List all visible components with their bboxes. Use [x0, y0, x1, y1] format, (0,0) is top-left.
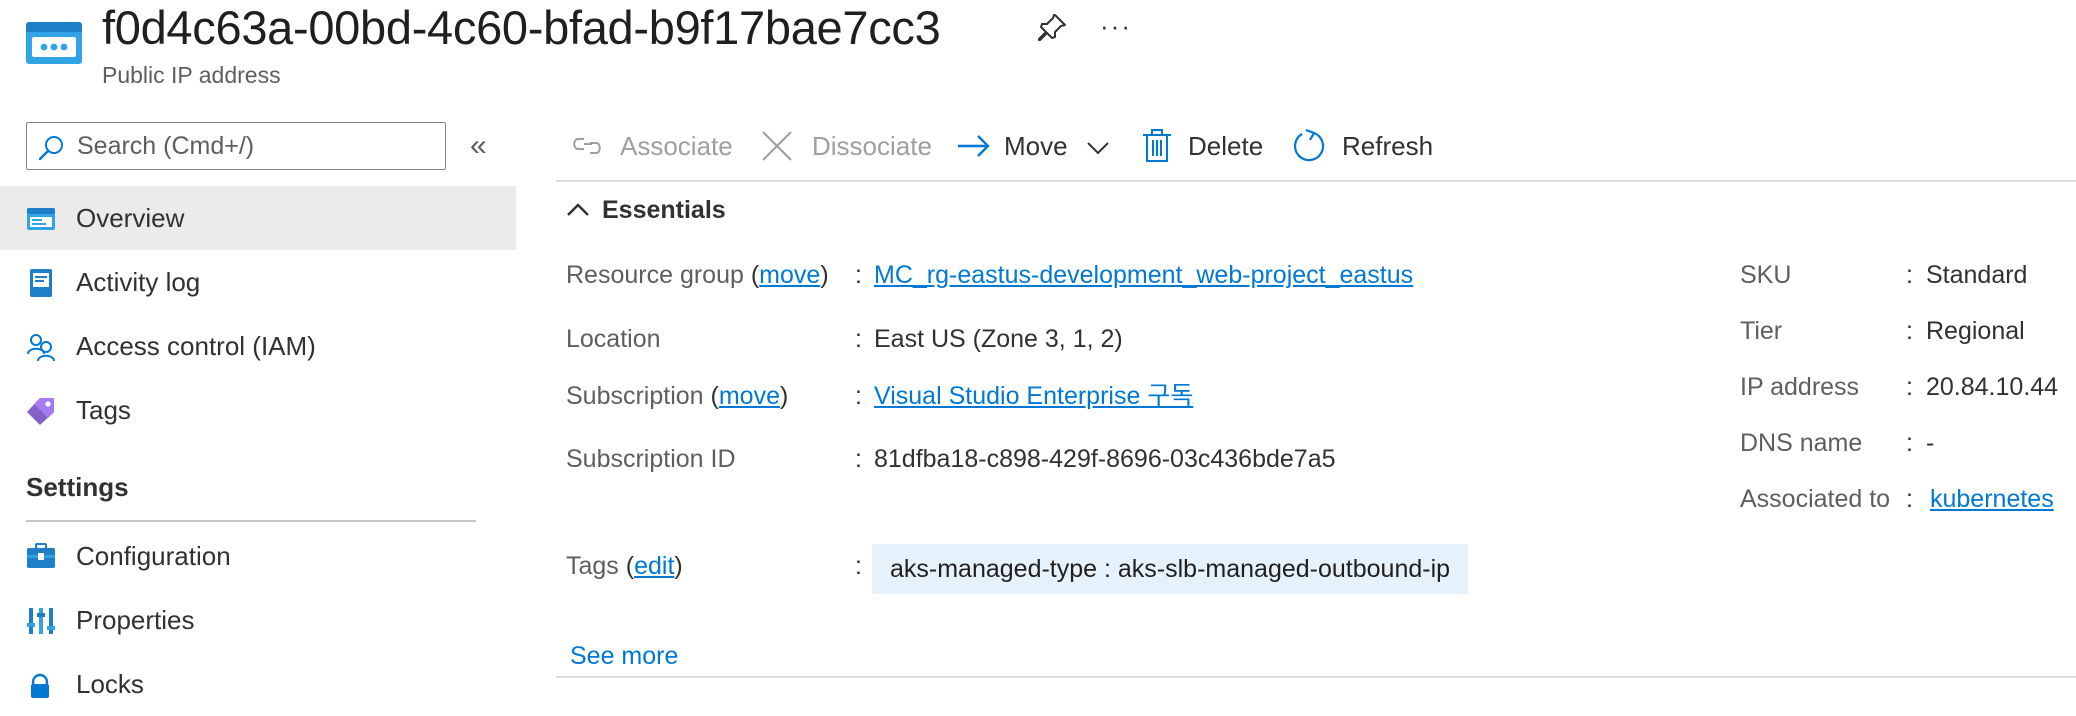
colon: : — [1906, 317, 1913, 345]
refresh-button[interactable]: Refresh — [1292, 116, 1442, 176]
search-icon — [38, 136, 63, 161]
subscription-id-value: 81dfba18-c898-429f-8696-03c436bde7a5 — [874, 445, 1336, 473]
dns-name-label: DNS name — [1740, 429, 1863, 457]
sidebar-item-label: Access control (IAM) — [76, 331, 316, 361]
link-icon — [573, 138, 601, 154]
sidebar-item-overview[interactable]: Overview — [0, 186, 516, 250]
sidebar-item-label: Locks — [76, 669, 144, 699]
sku-label: SKU — [1740, 261, 1792, 289]
subscription-value: Visual Studio Enterprise 구독 — [874, 380, 1193, 412]
move-button[interactable]: Move — [956, 116, 1116, 176]
essentials-heading: Essentials — [602, 196, 726, 224]
essentials-bottom-divider — [556, 676, 2076, 678]
sidebar-item-configuration[interactable]: Configuration — [0, 524, 516, 588]
colon: : — [1906, 485, 1913, 513]
people-icon — [27, 334, 55, 362]
sidebar-item-label: Properties — [76, 605, 195, 635]
colon: : — [855, 445, 862, 473]
lock-icon — [31, 673, 49, 698]
subscription-id-label: Subscription ID — [566, 445, 736, 473]
chevron-up-icon — [567, 203, 589, 216]
refresh-label: Refresh — [1342, 131, 1434, 161]
sidebar-item-properties[interactable]: Properties — [0, 588, 516, 652]
page-title: f0d4c63a-00bd-4c60-bfad-b9f17bae7cc3 — [102, 1, 941, 54]
location-value: East US (Zone 3, 1, 2) — [874, 325, 1123, 353]
sidebar-item-tags[interactable]: Tags — [0, 378, 516, 442]
more-options-button[interactable]: ··· — [1098, 10, 1134, 42]
sidebar-item-label: Configuration — [76, 541, 231, 571]
resource-group-link[interactable]: MC_rg-eastus-development_web-project_eas… — [874, 261, 1413, 289]
associated-to-label: Associated to — [1740, 485, 1891, 513]
sidebar-item-label: Overview — [76, 203, 185, 233]
close-icon — [762, 131, 792, 161]
tag-icon — [27, 398, 54, 425]
arrow-right-icon — [958, 135, 990, 157]
tier-value: Regional — [1926, 317, 2025, 345]
public-ip-icon — [26, 22, 82, 64]
colon: : — [855, 261, 862, 289]
tags-edit-link[interactable]: edit — [634, 552, 674, 580]
colon: : — [855, 382, 862, 410]
tier-label: Tier — [1740, 317, 1783, 345]
dissociate-label: Dissociate — [812, 131, 932, 161]
resource-group-move-link[interactable]: move — [759, 261, 820, 289]
colon: : — [1906, 429, 1913, 457]
sidebar-item-access-control[interactable]: Access control (IAM) — [0, 314, 516, 378]
refresh-icon — [1293, 129, 1325, 162]
ip-address-label: IP address — [1740, 373, 1860, 401]
sidebar-item-label: Tags — [76, 395, 131, 425]
configuration-icon — [27, 543, 55, 568]
associate-button[interactable]: Associate — [570, 116, 750, 176]
search-box[interactable] — [26, 122, 446, 170]
colon: : — [855, 552, 862, 580]
ip-address-value: 20.84.10.44 — [1926, 373, 2059, 401]
sidebar-item-locks[interactable]: Locks — [0, 652, 516, 716]
page-subtitle: Public IP address — [102, 62, 281, 88]
sidebar-item-activity-log[interactable]: Activity log — [0, 250, 516, 314]
activity-log-icon — [30, 269, 52, 297]
associated-to-link[interactable]: kubernetes — [1930, 485, 2054, 513]
associated-to-value: kubernetes — [1930, 483, 2054, 515]
chevron-down-icon — [1087, 142, 1109, 155]
overview-icon — [27, 208, 55, 230]
colon: : — [855, 325, 862, 353]
settings-heading: Settings — [26, 472, 129, 502]
tags-label-group: Tags (edit) — [566, 552, 683, 580]
dns-name-value: - — [1926, 429, 1935, 457]
move-label: Move — [1004, 131, 1068, 161]
colon: : — [1906, 373, 1913, 401]
delete-label: Delete — [1188, 131, 1264, 161]
sidebar-item-label: Activity log — [76, 267, 201, 297]
sku-value: Standard — [1926, 261, 2028, 289]
trash-icon — [1143, 129, 1171, 162]
associate-label: Associate — [620, 131, 733, 161]
command-bar-divider — [556, 180, 2076, 182]
resource-group-value: MC_rg-eastus-development_web-project_eas… — [874, 259, 1413, 291]
delete-button[interactable]: Delete — [1142, 116, 1282, 176]
pin-icon[interactable] — [1036, 12, 1068, 44]
page-header: f0d4c63a-00bd-4c60-bfad-b9f17bae7cc3 Pub… — [0, 0, 2076, 110]
see-more-link[interactable]: See more — [570, 640, 678, 672]
resource-group-label: Resource group — [566, 261, 744, 289]
colon: : — [1906, 261, 1913, 289]
properties-icon — [27, 608, 55, 634]
collapse-sidebar-button[interactable]: « — [470, 128, 502, 164]
location-label: Location — [566, 325, 661, 353]
subscription-move-link[interactable]: move — [719, 382, 780, 410]
settings-divider — [26, 520, 476, 522]
dissociate-button[interactable]: Dissociate — [760, 116, 940, 176]
search-input[interactable] — [75, 129, 435, 163]
subscription-link[interactable]: Visual Studio Enterprise 구독 — [874, 382, 1193, 410]
subscription-label-group: Subscription (move) — [566, 382, 789, 410]
resource-group-label-group: Resource group (move) — [566, 261, 829, 289]
command-bar: Associate Dissociate Move Delete Refresh — [556, 116, 2076, 180]
tag-pill: aks-managed-type : aks-slb-managed-outbo… — [872, 544, 1469, 594]
subscription-label: Subscription — [566, 382, 704, 410]
tags-label: Tags — [566, 552, 619, 580]
